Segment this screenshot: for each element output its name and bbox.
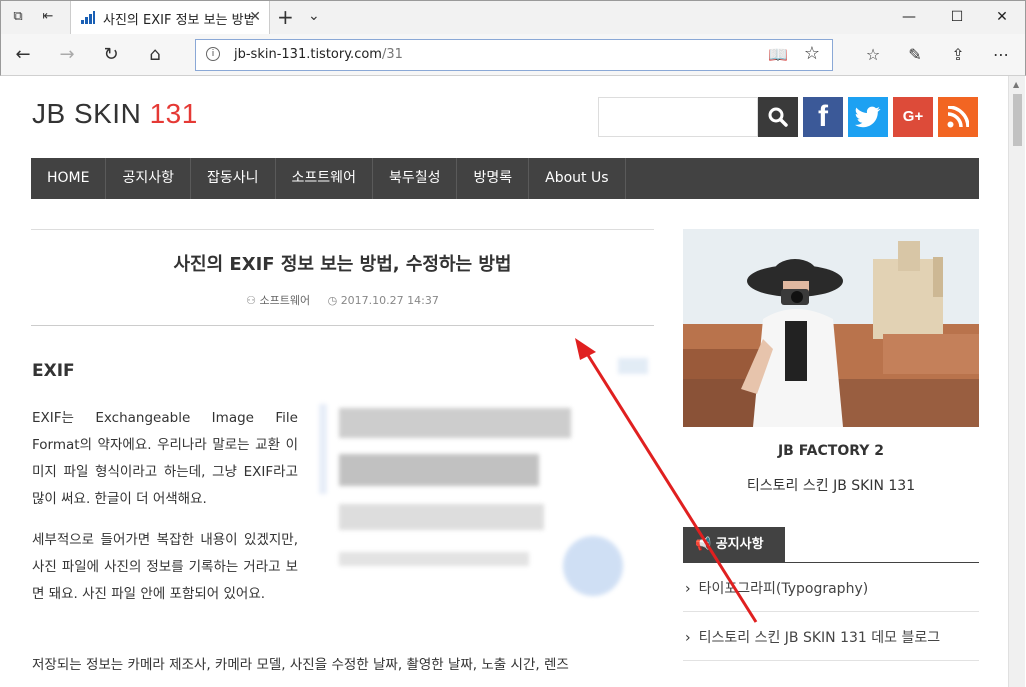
annotation-arrow — [575, 338, 758, 623]
